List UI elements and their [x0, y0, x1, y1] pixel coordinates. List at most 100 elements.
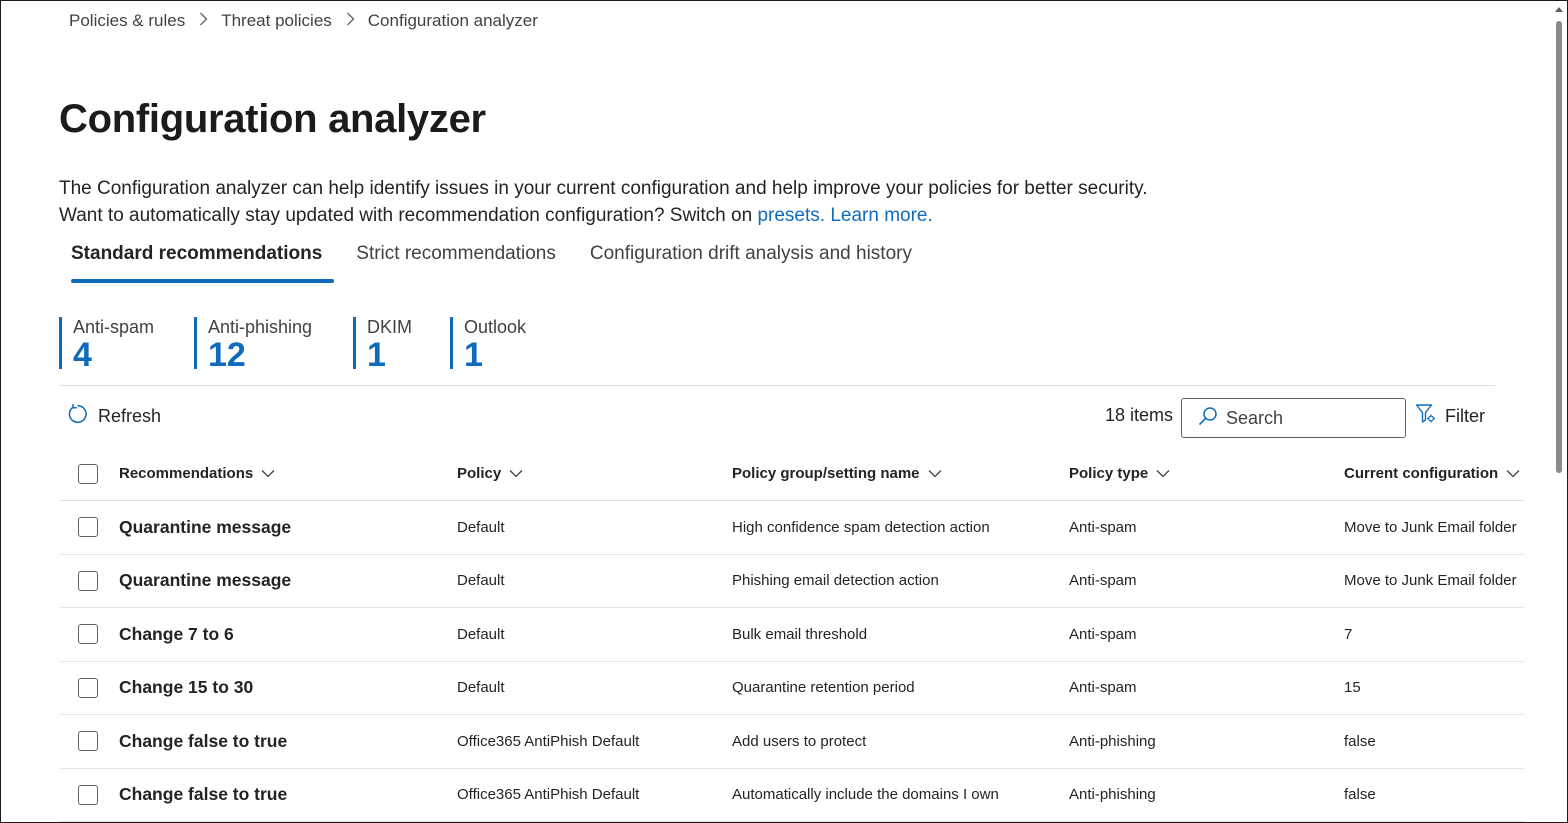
- column-header-policy-group[interactable]: Policy group/setting name: [732, 465, 1069, 482]
- policy-type-cell: Anti-spam: [1069, 518, 1137, 536]
- stat-label: Outlook: [464, 317, 527, 337]
- stat-dkim[interactable]: DKIM 1: [353, 317, 450, 373]
- page-title: Configuration analyzer: [59, 97, 486, 141]
- select-all-cell: [59, 463, 119, 484]
- recommendation-cell[interactable]: Change false to true: [119, 784, 457, 805]
- column-header-current-configuration[interactable]: Current configuration: [1344, 465, 1524, 482]
- chevron-down-icon: [1156, 469, 1170, 478]
- recommendations-table: Recommendations Policy Policy group/sett…: [59, 447, 1559, 822]
- table-row[interactable]: Quarantine message Default High confiden…: [59, 501, 1525, 555]
- row-select-cell: [59, 570, 119, 591]
- refresh-button[interactable]: Refresh: [67, 403, 161, 430]
- column-header-label: Policy type: [1069, 465, 1149, 482]
- policy-cell: Default: [457, 572, 505, 590]
- vertical-scrollbar[interactable]: [1553, 3, 1565, 821]
- stat-value: 1: [464, 336, 483, 374]
- row-checkbox[interactable]: [78, 731, 98, 752]
- breadcrumb-policies-rules[interactable]: Policies & rules: [69, 11, 185, 31]
- policy-group-cell: Phishing email detection action: [732, 572, 939, 590]
- current-configuration-cell: false: [1344, 732, 1376, 750]
- row-select-cell: [59, 677, 119, 698]
- scrollbar-thumb[interactable]: [1556, 21, 1562, 473]
- policy-group-cell: Bulk email threshold: [732, 625, 868, 643]
- row-checkbox[interactable]: [78, 677, 98, 698]
- page-description: The Configuration analyzer can help iden…: [59, 175, 1159, 229]
- chevron-down-icon: [509, 469, 523, 478]
- row-select-cell: [59, 517, 119, 538]
- table-row[interactable]: Change false to true Office365 AntiPhish…: [59, 715, 1525, 769]
- stat-label: DKIM: [367, 317, 412, 337]
- policy-group-cell: High confidence spam detection action: [732, 518, 990, 536]
- column-header-policy-type[interactable]: Policy type: [1069, 465, 1344, 482]
- recommendation-cell[interactable]: Quarantine message: [119, 570, 457, 591]
- tab-standard-recommendations[interactable]: Standard recommendations: [59, 243, 335, 283]
- search-box[interactable]: [1181, 398, 1406, 438]
- filter-button[interactable]: Filter: [1415, 403, 1485, 430]
- column-header-label: Policy: [457, 465, 502, 482]
- breadcrumb-threat-policies[interactable]: Threat policies: [221, 11, 332, 31]
- column-header-policy[interactable]: Policy: [457, 465, 732, 482]
- table-row[interactable]: Change false to true Office365 AntiPhish…: [59, 769, 1525, 822]
- section-divider: [59, 385, 1495, 386]
- table-header-row: Recommendations Policy Policy group/sett…: [59, 447, 1525, 501]
- table-row[interactable]: Quarantine message Default Phishing emai…: [59, 555, 1525, 608]
- column-header-label: Policy group/setting name: [732, 465, 920, 482]
- breadcrumb-current: Configuration analyzer: [367, 11, 538, 30]
- policy-cell: Default: [457, 625, 505, 643]
- policy-group-cell: Automatically include the domains I own: [732, 786, 999, 804]
- column-header-recommendations[interactable]: Recommendations: [119, 465, 457, 482]
- learn-more-link[interactable]: Learn more.: [830, 205, 932, 226]
- select-all-checkbox[interactable]: [78, 463, 98, 484]
- row-select-cell: [59, 624, 119, 645]
- tab-configuration-drift[interactable]: Configuration drift analysis and history: [578, 243, 924, 283]
- policy-group-cell: Quarantine retention period: [732, 679, 915, 697]
- stat-anti-spam[interactable]: Anti-spam 4: [59, 317, 194, 373]
- current-configuration-cell: false: [1344, 786, 1376, 804]
- breadcrumb: Policies & rules Threat policies Configu…: [69, 11, 538, 31]
- stat-label: Anti-phishing: [208, 317, 313, 337]
- row-checkbox[interactable]: [78, 517, 98, 538]
- chevron-right-icon: [199, 12, 208, 30]
- policy-type-cell: Anti-spam: [1069, 572, 1137, 590]
- policy-cell: Office365 AntiPhish Default: [457, 786, 640, 804]
- filter-label: Filter: [1445, 406, 1485, 426]
- policy-type-cell: Anti-spam: [1069, 679, 1137, 697]
- current-configuration-cell: 15: [1344, 679, 1361, 697]
- description-text: The Configuration analyzer can help iden…: [59, 178, 1148, 226]
- current-configuration-cell: 7: [1344, 625, 1353, 643]
- refresh-label: Refresh: [98, 406, 162, 426]
- stat-value: 12: [208, 336, 246, 374]
- filter-icon: [1415, 403, 1445, 430]
- recommendation-cell[interactable]: Change 7 to 6: [119, 624, 457, 645]
- presets-link[interactable]: presets.: [757, 205, 825, 226]
- scroll-up-arrow-icon[interactable]: [1555, 7, 1563, 12]
- refresh-icon: [67, 403, 98, 430]
- stat-anti-phishing[interactable]: Anti-phishing 12: [194, 317, 353, 373]
- stat-value: 1: [367, 336, 386, 374]
- chevron-right-icon: [346, 12, 355, 30]
- column-header-label: Current configuration: [1344, 465, 1499, 482]
- table-row[interactable]: Change 7 to 6 Default Bulk email thresho…: [59, 608, 1525, 662]
- table-row[interactable]: Change 15 to 30 Default Quarantine reten…: [59, 662, 1525, 715]
- tab-strict-recommendations[interactable]: Strict recommendations: [344, 243, 568, 283]
- row-checkbox[interactable]: [78, 624, 98, 645]
- stat-outlook[interactable]: Outlook 1: [450, 317, 570, 373]
- policy-group-cell: Add users to protect: [732, 732, 867, 750]
- recommendation-cell[interactable]: Quarantine message: [119, 517, 457, 538]
- stats-summary: Anti-spam 4 Anti-phishing 12 DKIM 1 Outl…: [59, 317, 570, 373]
- search-icon: [1198, 406, 1226, 431]
- policy-type-cell: Anti-phishing: [1069, 732, 1156, 750]
- chevron-down-icon: [261, 469, 275, 478]
- policy-cell: Default: [457, 679, 505, 697]
- policy-type-cell: Anti-phishing: [1069, 786, 1156, 804]
- row-checkbox[interactable]: [78, 784, 98, 805]
- column-header-label: Recommendations: [119, 465, 254, 482]
- row-checkbox[interactable]: [78, 570, 98, 591]
- search-input[interactable]: [1226, 407, 1396, 429]
- recommendation-cell[interactable]: Change false to true: [119, 731, 457, 752]
- app-window: Policies & rules Threat policies Configu…: [0, 0, 1568, 823]
- row-select-cell: [59, 784, 119, 805]
- recommendation-cell[interactable]: Change 15 to 30: [119, 677, 457, 698]
- chevron-down-icon: [928, 469, 942, 478]
- policy-cell: Default: [457, 518, 505, 536]
